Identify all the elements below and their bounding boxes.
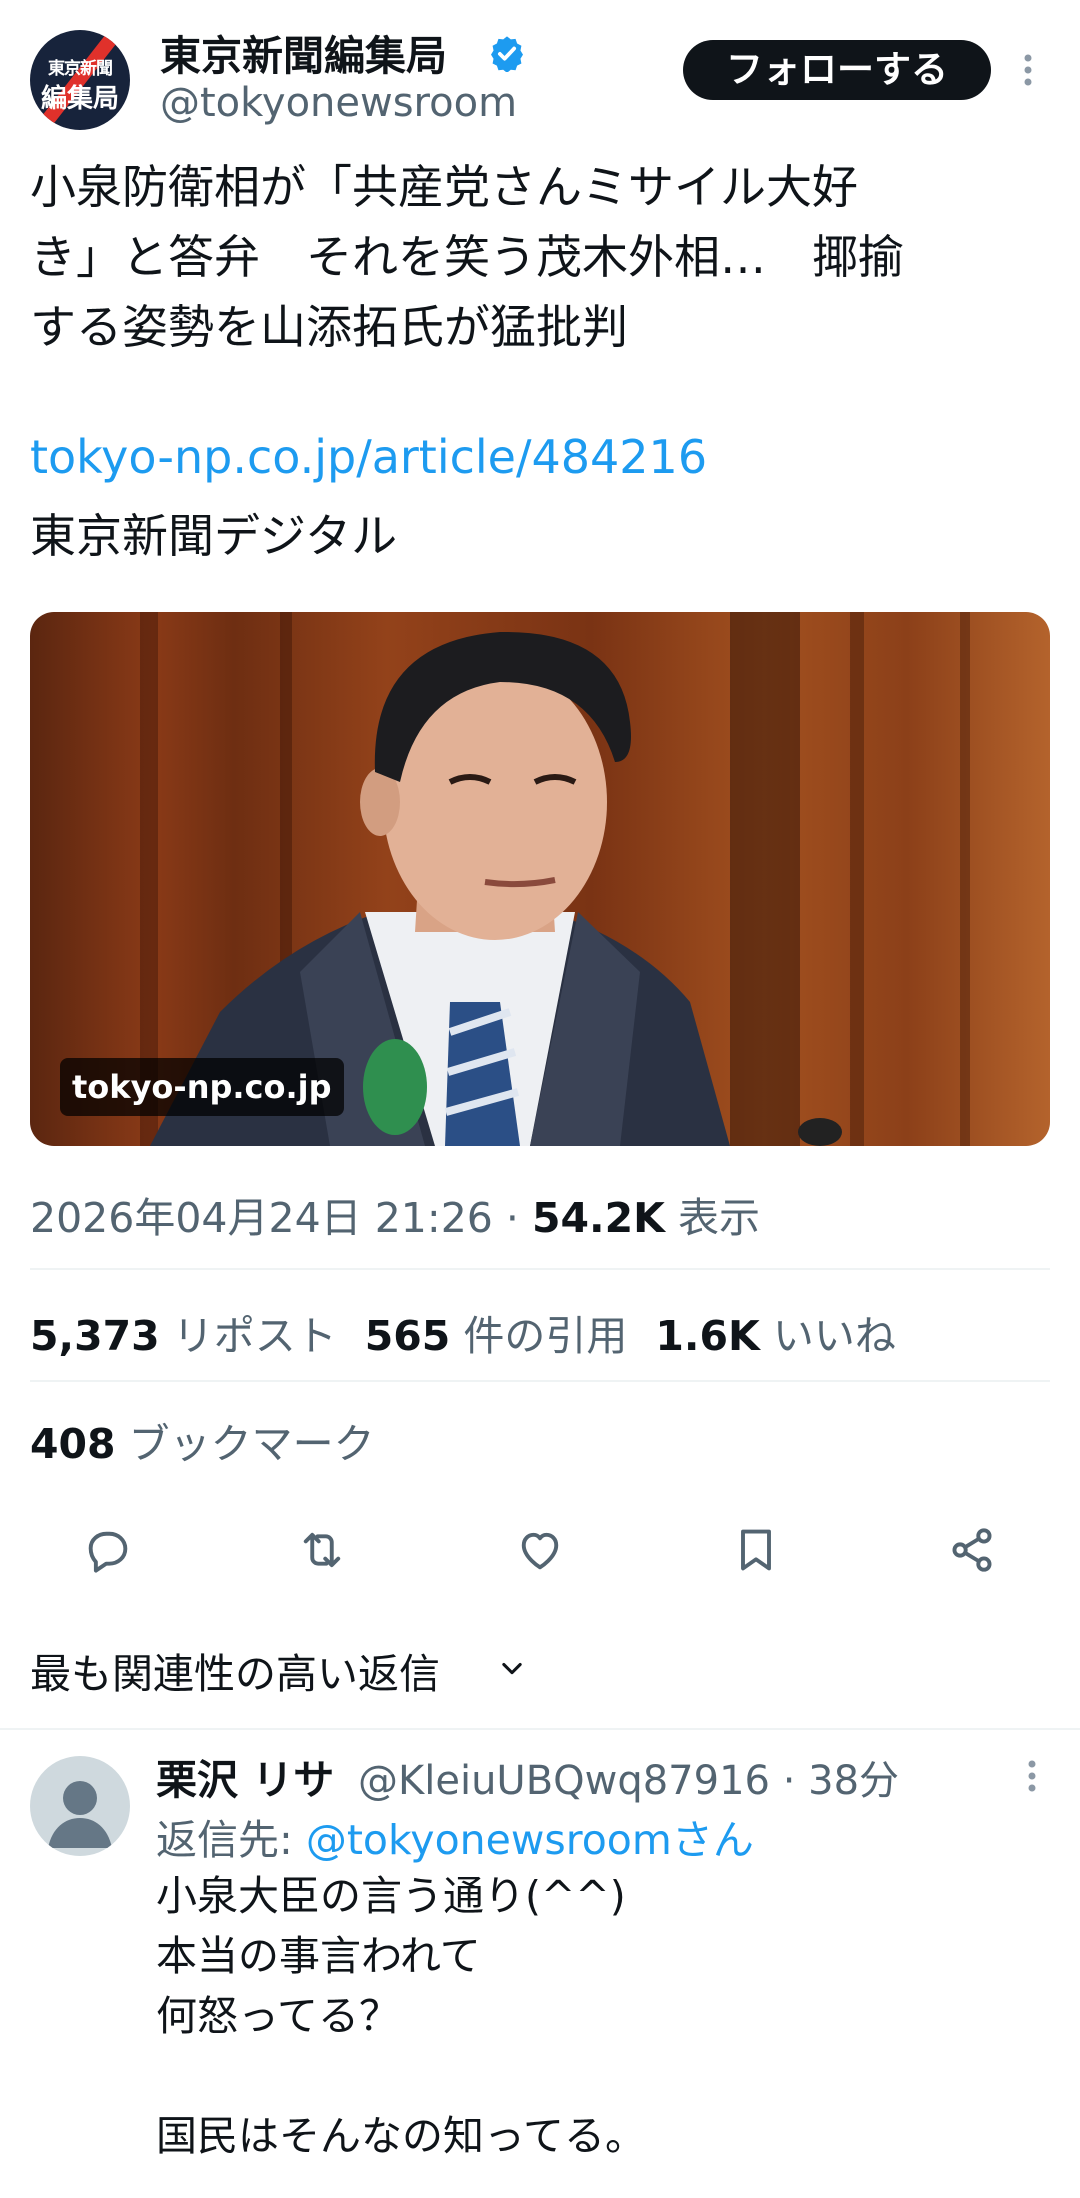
bookmark-label: ブックマーク bbox=[128, 1420, 375, 1468]
follow-button[interactable]: フォローする bbox=[683, 40, 991, 100]
reply-text: 小泉大臣の言う通り(^^) 本当の事言われて 何怒ってる？ 国民はそんなの知って… bbox=[156, 1872, 646, 2160]
repost-count: 5,373 bbox=[30, 1312, 160, 1360]
repost-stat[interactable]: 5,373 リポスト bbox=[30, 1312, 337, 1360]
like-count: 1.6K bbox=[655, 1312, 760, 1360]
reply-to-link[interactable]: @tokyonewsroomさん bbox=[306, 1816, 754, 1864]
divider bbox=[30, 1380, 1050, 1382]
verified-badge-icon bbox=[491, 36, 523, 72]
like-icon[interactable] bbox=[514, 1524, 566, 1576]
reply-to-line: 返信先: @tokyonewsroomさん bbox=[156, 1806, 754, 1866]
chevron-down-icon[interactable] bbox=[498, 1654, 526, 1682]
account-display-name[interactable]: 東京新聞編集局 bbox=[160, 22, 447, 82]
quote-count: 565 bbox=[364, 1312, 451, 1360]
divider bbox=[30, 1268, 1050, 1270]
reply-to-prefix: 返信先: bbox=[156, 1816, 306, 1864]
card-domain-badge: tokyo-np.co.jp bbox=[60, 1058, 344, 1116]
like-stat[interactable]: 1.6K いいね bbox=[655, 1312, 895, 1360]
tweet-meta: 2026年04月24日 21:26 · 54.2K 表示 bbox=[30, 1184, 760, 1244]
reply-meta-separator: · bbox=[769, 1758, 809, 1804]
quote-stat[interactable]: 565 件の引用 bbox=[365, 1312, 628, 1360]
avatar-text-line1: 東京新聞 bbox=[48, 59, 113, 79]
share-icon[interactable] bbox=[946, 1524, 998, 1576]
reply-author-handle[interactable]: @KleiuUBQwq87916 bbox=[358, 1758, 770, 1804]
account-handle[interactable]: @tokyonewsroom bbox=[160, 80, 517, 126]
like-label: いいね bbox=[772, 1312, 896, 1360]
account-avatar[interactable]: 東京新聞 編集局 bbox=[30, 30, 130, 130]
reply-author-name[interactable]: 栗沢 リサ bbox=[156, 1746, 334, 1806]
view-count: 54.2K bbox=[531, 1194, 665, 1242]
default-avatar-icon bbox=[48, 1781, 112, 1848]
tweet-stats: 5,373 リポスト 565 件の引用 1.6K いいね bbox=[30, 1302, 896, 1362]
reply-icon[interactable] bbox=[82, 1524, 134, 1576]
tweet-timestamp[interactable]: 2026年04月24日 21:26 bbox=[30, 1194, 493, 1242]
view-label: 表示 bbox=[677, 1194, 760, 1242]
bookmark-stat[interactable]: 408 ブックマーク bbox=[30, 1410, 375, 1470]
reply-time[interactable]: 38分 bbox=[808, 1758, 899, 1804]
repost-icon[interactable] bbox=[296, 1524, 348, 1576]
quote-label: 件の引用 bbox=[463, 1312, 628, 1360]
reply-avatar[interactable] bbox=[30, 1756, 130, 1856]
divider bbox=[0, 1728, 1080, 1730]
link-source-name: 東京新聞デジタル bbox=[30, 509, 398, 563]
meta-separator: · bbox=[492, 1194, 532, 1242]
repost-label: リポスト bbox=[172, 1312, 337, 1360]
reply-sort-selector[interactable]: 最も関連性の高い返信 bbox=[30, 1640, 440, 1700]
bookmark-icon[interactable] bbox=[730, 1524, 782, 1576]
article-link[interactable]: tokyo-np.co.jp/article/484216 bbox=[30, 430, 707, 484]
reply-author-meta: @KleiuUBQwq87916 · 38分 bbox=[358, 1748, 899, 1806]
avatar-text-line2: 編集局 bbox=[40, 84, 119, 114]
bookmark-count: 408 bbox=[30, 1420, 116, 1468]
tweet-text: 小泉防衛相が「共産党さんミサイル大好 き」と答弁 それを笑う茂木外相… 揶揄 す… bbox=[30, 160, 904, 354]
reply-more-options-icon[interactable] bbox=[1022, 1758, 1042, 1794]
more-options-icon[interactable] bbox=[1018, 52, 1038, 88]
